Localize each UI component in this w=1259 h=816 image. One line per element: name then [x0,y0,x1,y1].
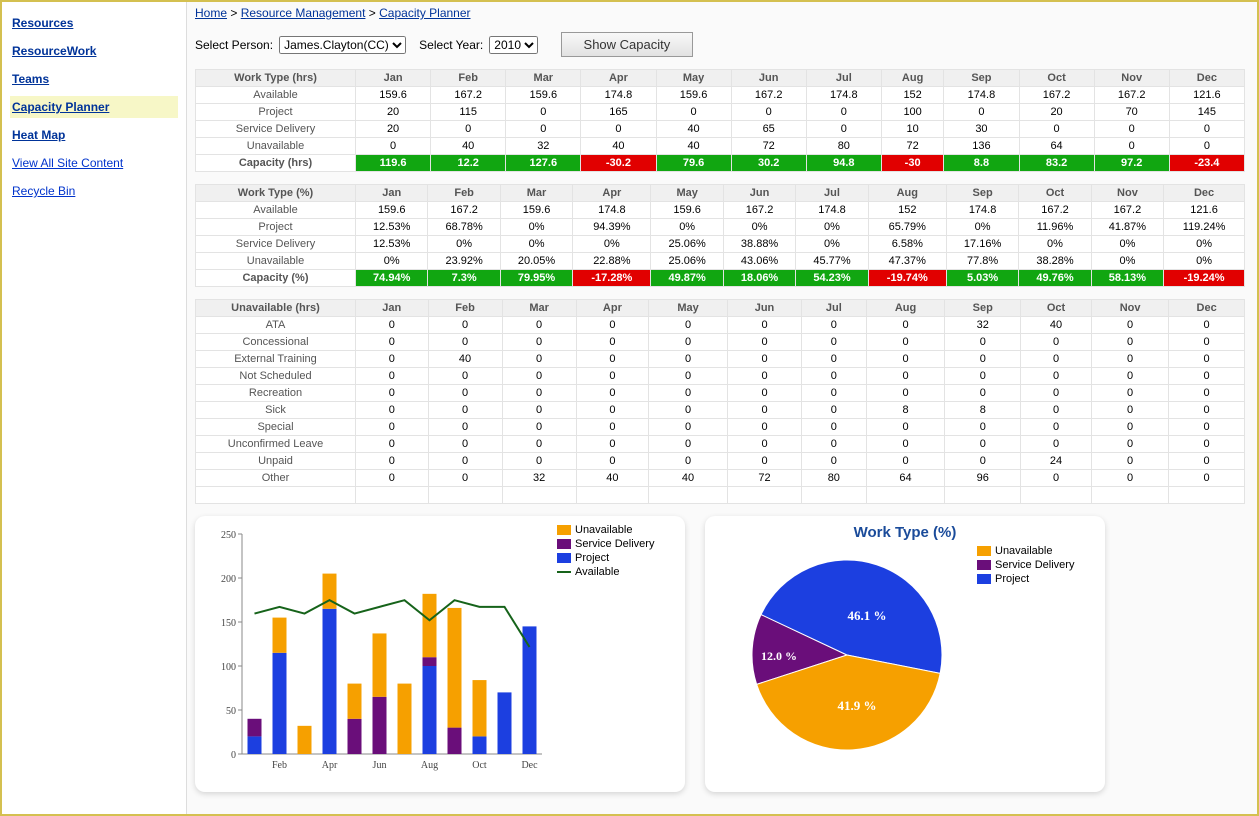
pie-legend-project: Project [977,573,1074,585]
sidebar-item-recycle-bin[interactable]: Recycle Bin [10,180,178,202]
svg-text:Jun: Jun [373,760,387,771]
sidebar-item-resourcework[interactable]: ResourceWork [10,40,178,62]
bar-chart-svg: 0 50 100 150 200 250 Feb Apr Jun Aug Oct Dec [207,524,547,784]
legend-available: Available [557,566,654,578]
legend-project: Project [557,552,654,564]
sidebar: Resources ResourceWork Teams Capacity Pl… [2,2,187,814]
legend-service-delivery: Service Delivery [557,538,654,550]
pie-legend-unavailable: Unavailable [977,545,1074,557]
select-person[interactable]: James.Clayton(CC) [279,36,406,54]
svg-text:12.0 %: 12.0 % [761,649,797,663]
svg-text:250: 250 [221,530,236,541]
controls-row: Select Person: James.Clayton(CC) Select … [195,32,1249,57]
table-work-type-hrs: Work Type (hrs)JanFebMarAprMayJunJulAugS… [195,69,1245,172]
svg-text:150: 150 [221,618,236,629]
svg-text:200: 200 [221,574,236,585]
svg-text:46.1 %: 46.1 % [848,608,887,623]
svg-text:41.9 %: 41.9 % [838,698,877,713]
pie-chart-title: Work Type (%) [717,524,1093,541]
table-work-type-pct: Work Type (%)JanFebMarAprMayJunJulAugSep… [195,184,1245,287]
pie-legend-service-delivery: Service Delivery [977,559,1074,571]
main-content: Home > Resource Management > Capacity Pl… [187,2,1257,814]
sidebar-item-view-all-site-content[interactable]: View All Site Content [10,152,178,174]
svg-text:Aug: Aug [421,760,438,771]
svg-text:Oct: Oct [472,760,487,771]
pie-chart-svg: 46.1 % 12.0 % 41.9 % [717,545,977,765]
svg-text:Dec: Dec [521,760,538,771]
sidebar-item-resources[interactable]: Resources [10,12,178,34]
pie-chart-legend: Unavailable Service Delivery Project [977,545,1074,765]
svg-text:50: 50 [226,706,236,717]
svg-text:Feb: Feb [272,760,287,771]
select-year[interactable]: 2010 [489,36,538,54]
bar-chart: 0 50 100 150 200 250 Feb Apr Jun Aug Oct Dec Unavai… [195,516,685,792]
select-person-label: Select Person: [195,38,273,52]
legend-unavailable: Unavailable [557,524,654,536]
breadcrumb-resource-management[interactable]: Resource Management [241,6,366,20]
breadcrumb: Home > Resource Management > Capacity Pl… [195,6,1249,20]
sidebar-item-teams[interactable]: Teams [10,68,178,90]
bar-chart-legend: Unavailable Service Delivery Project Ava… [557,524,654,784]
pie-chart: Work Type (%) 46.1 % 12.0 % 41.9 % Unavail… [705,516,1105,792]
table-unavailable-hrs: Unavailable (hrs)JanFebMarAprMayJunJulAu… [195,299,1245,504]
svg-text:0: 0 [231,750,236,761]
select-year-label: Select Year: [419,38,483,52]
sidebar-item-capacity-planner[interactable]: Capacity Planner [10,96,178,118]
show-capacity-button[interactable]: Show Capacity [561,32,694,57]
sidebar-item-heat-map[interactable]: Heat Map [10,124,178,146]
breadcrumb-home[interactable]: Home [195,6,227,20]
breadcrumb-capacity-planner[interactable]: Capacity Planner [379,6,470,20]
svg-text:100: 100 [221,662,236,673]
svg-text:Apr: Apr [322,760,338,771]
